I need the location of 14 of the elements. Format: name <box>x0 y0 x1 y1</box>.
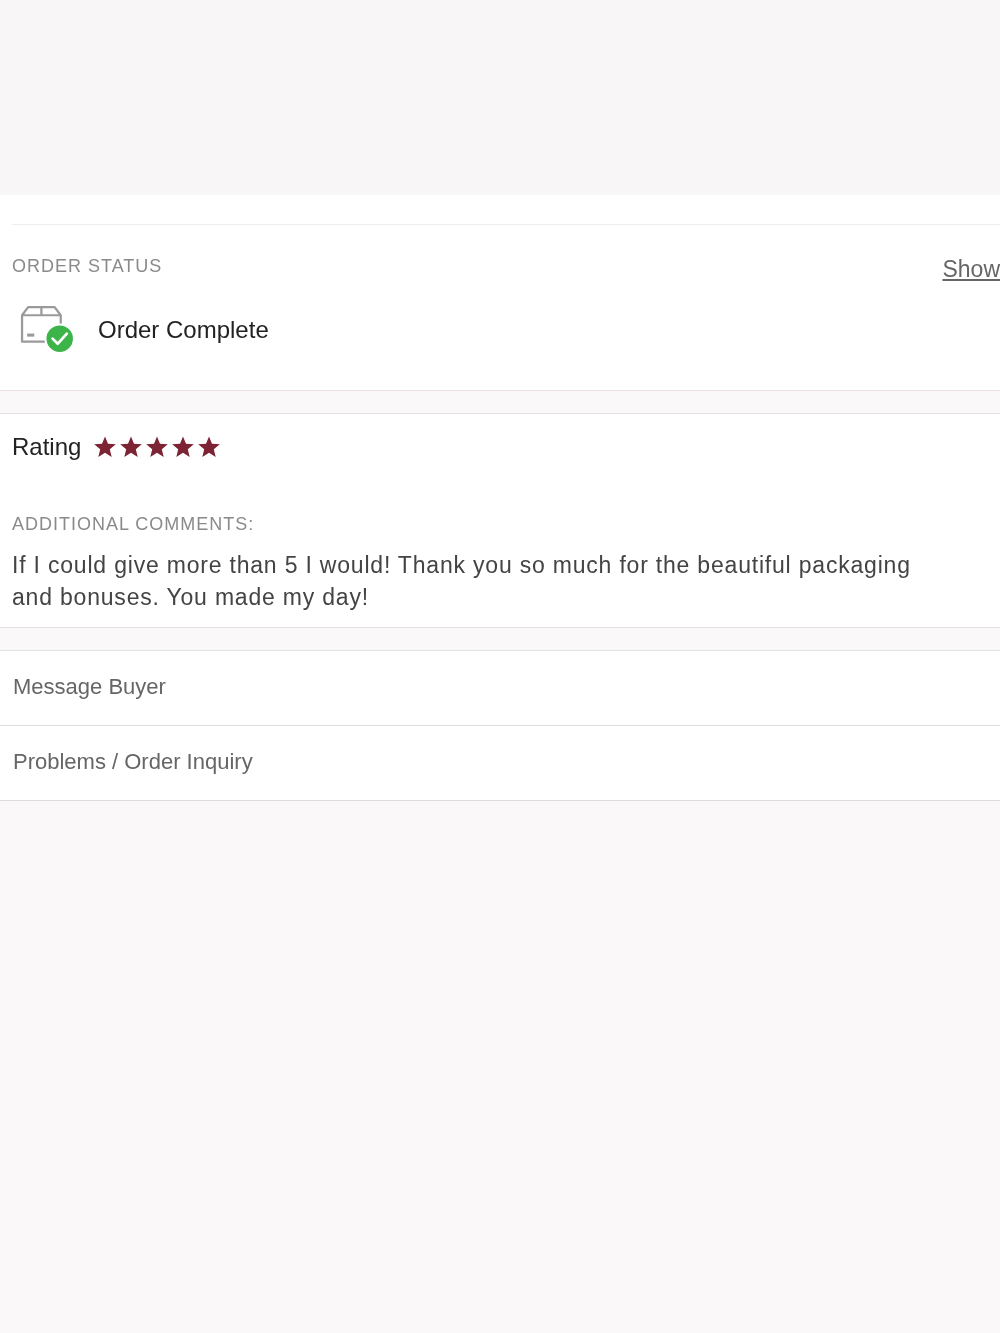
comments-heading: ADDITIONAL COMMENTS: <box>12 514 256 535</box>
action-row[interactable]: Message Buyer <box>0 651 1000 726</box>
rating-label: Rating <box>12 433 82 461</box>
star-icon <box>171 435 196 459</box>
star-icon <box>197 435 222 459</box>
action-row[interactable]: Problems / Order Inquiry <box>0 726 1000 800</box>
star-icon <box>119 435 144 459</box>
show-link[interactable]: Show <box>942 249 1000 283</box>
comment-text: If I could give more than 5 I would! Thank you so much for the beautiful packaging and bonuses. You made my day! <box>12 551 912 612</box>
section-heading: ORDER STATUS <box>12 255 163 277</box>
star-icon <box>145 435 170 459</box>
star-icon <box>93 435 118 459</box>
package-check-icon <box>19 305 76 354</box>
order-status-text: Order Complete <box>98 315 269 344</box>
